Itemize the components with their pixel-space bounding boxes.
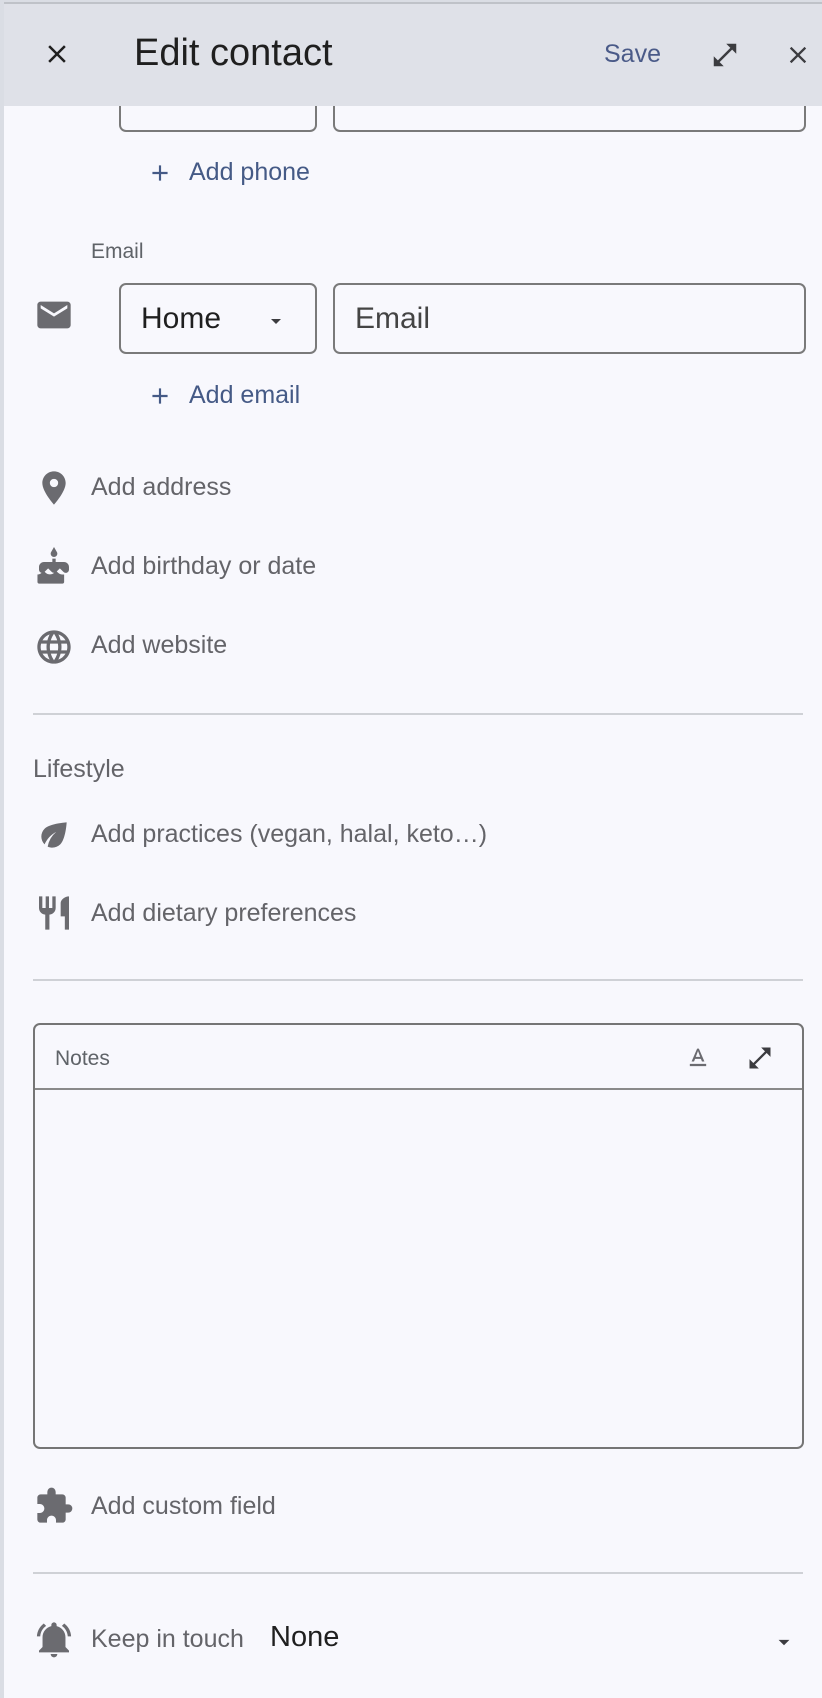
text-format-icon — [689, 1048, 707, 1067]
notes-field[interactable]: Notes — [33, 1023, 804, 1449]
email-type-value: Home — [141, 302, 222, 335]
practices-row-icon — [32, 813, 76, 857]
panel-header: Edit contact Save — [4, 4, 822, 106]
expand-icon — [713, 43, 737, 67]
add-address-button[interactable]: Add address — [91, 473, 231, 502]
plus-icon — [152, 387, 168, 404]
notes-header: Notes — [35, 1025, 802, 1090]
restaurant-icon — [39, 896, 69, 930]
close-panel-button[interactable] — [774, 31, 822, 79]
text-format-button[interactable] — [678, 1038, 718, 1078]
puzzle-icon — [37, 1487, 73, 1523]
location-pin-icon — [42, 471, 66, 505]
email-type-select[interactable]: Home — [119, 283, 317, 354]
custom-field-row-icon — [32, 1484, 76, 1528]
add-dietary-button[interactable]: Add dietary preferences — [91, 899, 356, 928]
email-input[interactable]: Email — [333, 283, 806, 354]
keep-in-touch-row-icon — [32, 1617, 76, 1661]
divider — [33, 979, 803, 981]
lifestyle-heading: Lifestyle — [33, 755, 125, 783]
add-practices-button[interactable]: Add practices (vegan, halal, keto…) — [91, 820, 487, 849]
edit-contact-panel: Edit contact Save Add phone Email Home E… — [4, 2, 822, 1698]
keep-in-touch-value[interactable]: None — [270, 1621, 339, 1654]
expand-icon — [749, 1047, 771, 1069]
address-row-icon — [32, 466, 76, 510]
page-title: Edit contact — [134, 32, 333, 74]
keep-in-touch-label: Keep in touch — [91, 1625, 244, 1653]
close-icon — [48, 45, 66, 63]
add-birthday-button[interactable]: Add birthday or date — [91, 552, 316, 581]
leaf-icon — [41, 822, 67, 848]
add-email-label: Add email — [189, 381, 301, 409]
globe-icon — [37, 630, 71, 664]
expand-notes-button[interactable] — [740, 1038, 780, 1078]
keep-in-touch-dropdown[interactable] — [764, 1622, 804, 1662]
add-website-button[interactable]: Add website — [91, 631, 227, 660]
notes-label: Notes — [55, 1047, 110, 1070]
email-placeholder: Email — [355, 302, 431, 335]
website-row-icon — [32, 625, 76, 669]
add-phone-button[interactable]: Add phone — [147, 158, 310, 187]
notes-textarea[interactable] — [35, 1090, 802, 1445]
divider — [33, 713, 803, 715]
cake-icon — [37, 547, 69, 584]
email-section-label: Email — [91, 240, 144, 263]
divider — [33, 1572, 803, 1574]
email-row-icon — [32, 293, 76, 337]
dietary-row-icon — [32, 891, 76, 935]
close-dialog-button[interactable] — [33, 30, 81, 78]
chevron-down-icon — [271, 319, 281, 324]
save-button[interactable]: Save — [604, 40, 661, 69]
mail-icon — [37, 301, 71, 329]
chevron-down-icon — [778, 1639, 790, 1646]
close-icon — [789, 46, 807, 64]
bell-icon — [36, 1622, 72, 1658]
add-phone-label: Add phone — [189, 158, 310, 186]
plus-icon — [152, 164, 168, 181]
expand-button[interactable] — [701, 31, 749, 79]
add-custom-field-button[interactable]: Add custom field — [91, 1492, 276, 1521]
add-email-button[interactable]: Add email — [147, 381, 300, 410]
birthday-row-icon — [32, 545, 76, 589]
